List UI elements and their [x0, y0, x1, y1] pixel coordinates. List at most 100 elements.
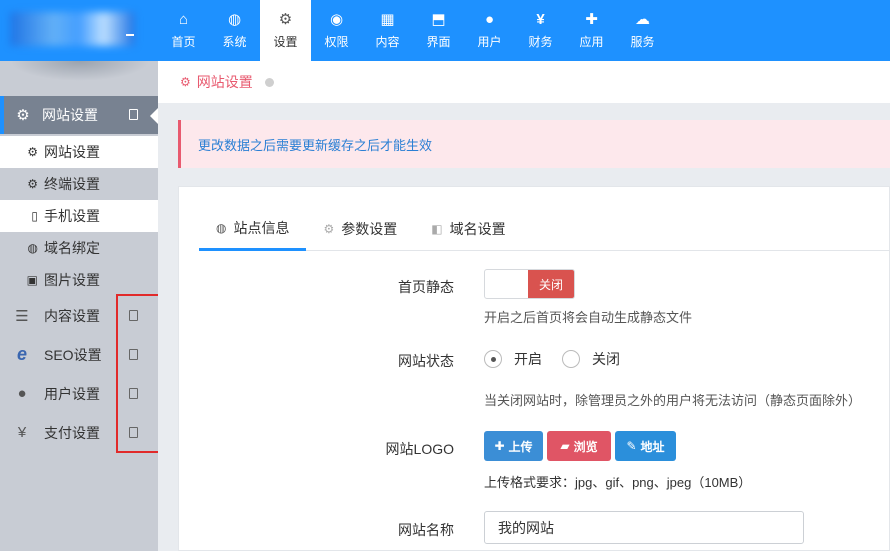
globe-icon: ◍ — [227, 11, 242, 28]
nav-home-label: 首页 — [171, 35, 196, 49]
logo-label: 网站LOGO — [385, 441, 454, 457]
user-icon: ● — [484, 11, 495, 28]
user-icon: ● — [17, 385, 27, 402]
mobile-icon: ▯ — [31, 209, 38, 223]
nav-users[interactable]: ● 用户 — [464, 0, 515, 61]
sidebar-subitem-site-settings[interactable]: ⚙ 网站设置 — [0, 136, 158, 168]
nav-apps-label: 应用 — [579, 35, 604, 49]
tab-label: 站点信息 — [233, 219, 290, 236]
html5-icon: ⬒ — [431, 11, 446, 28]
site-name-value: 我的网站 — [498, 519, 554, 536]
tab-site-info[interactable]: ◍ 站点信息 — [199, 207, 307, 251]
sidebar-item-label: 内容设置 — [44, 307, 100, 324]
active-notch — [150, 108, 158, 124]
nav-users-label: 用户 — [477, 35, 502, 49]
tab-label: 参数设置 — [341, 221, 398, 237]
nav-content[interactable]: ▦ 内容 — [362, 0, 413, 61]
upload-button-label: 上传 — [508, 439, 533, 454]
tab-label: 域名设置 — [449, 221, 506, 237]
gear-icon: ⚙ — [27, 145, 38, 159]
nav-interface[interactable]: ⬒ 界面 — [413, 0, 464, 61]
logo-mark — [126, 34, 134, 36]
sidebar-subitem-label: 域名绑定 — [44, 240, 100, 256]
logo[interactable] — [0, 0, 158, 61]
browse-button-label: 浏览 — [573, 439, 598, 454]
sidebar-subitem-terminal[interactable]: ⚙ 终端设置 — [0, 168, 158, 200]
upload-button[interactable]: ✚ 上传 — [484, 431, 543, 461]
main-content: ⚙ 网站设置 更改数据之后需要更新缓存之后才能生效 ◍ 站点信息 ⚙ 参数设置 … — [158, 61, 890, 551]
toggle-off-label: 关闭 — [528, 270, 574, 298]
sidebar-group-label: 网站设置 — [42, 107, 98, 123]
nav-services[interactable]: ☁ 服务 — [617, 0, 668, 61]
sidebar-item-label: 用户设置 — [44, 385, 100, 402]
nav-apps[interactable]: ✚ 应用 — [566, 0, 617, 61]
radio-label: 关闭 — [592, 351, 620, 367]
yen-icon: ¥ — [17, 424, 27, 441]
nav-permissions[interactable]: ◉ 权限 — [311, 0, 362, 61]
folder-icon: ▰ — [560, 439, 570, 453]
breadcrumb: ⚙ 网站设置 — [158, 61, 890, 103]
image-icon: ▣ — [26, 273, 38, 287]
nav-interface-label: 界面 — [426, 35, 451, 49]
breadcrumb-label[interactable]: 网站设置 — [197, 72, 253, 92]
top-nav: ⌂ 首页 ◍ 系统 ⚙ 设置 ◉ 权限 ▦ 内容 ⬒ 界面 ● 用户 ¥ 财务 … — [158, 0, 668, 61]
globe-icon: ◍ — [27, 241, 38, 255]
home-icon: ⌂ — [178, 11, 189, 28]
alert-text: 更改数据之后需要更新缓存之后才能生效 — [198, 137, 433, 153]
browse-button[interactable]: ▰ 浏览 — [547, 431, 611, 461]
sidebar-subitem-domain[interactable]: ◍ 域名绑定 — [0, 232, 158, 264]
static-home-toggle[interactable]: 关闭 — [484, 269, 575, 299]
status-radio-off[interactable]: 关闭 — [562, 349, 620, 369]
gear-icon: ⚙ — [323, 222, 335, 236]
logo-image — [10, 12, 135, 46]
sidebar-decoration — [10, 61, 150, 81]
plus-icon: ✚ — [494, 439, 505, 453]
sidebar-subitem-mobile[interactable]: ▯ 手机设置 — [0, 200, 158, 232]
ie-icon: e — [16, 344, 27, 364]
site-status-help: 当关闭网站时，除管理员之外的用户将无法访问（静态页面除外） — [484, 393, 862, 408]
list-icon: ☰ — [15, 307, 29, 325]
alert-notice: 更改数据之后需要更新缓存之后才能生效 — [178, 120, 890, 168]
nav-finance[interactable]: ¥ 财务 — [515, 0, 566, 61]
static-home-label: 首页静态 — [398, 279, 454, 295]
sidebar-item-label: SEO设置 — [44, 346, 102, 363]
grid-icon: ▦ — [380, 11, 395, 28]
share-icon: ◧ — [431, 222, 443, 236]
nav-home[interactable]: ⌂ 首页 — [158, 0, 209, 61]
puzzle-icon: ✚ — [585, 11, 598, 28]
nav-services-label: 服务 — [630, 35, 655, 49]
breadcrumb-dot — [264, 77, 274, 87]
site-status-label: 网站状态 — [398, 353, 454, 369]
nav-permissions-label: 权限 — [324, 35, 349, 49]
yen-icon: ¥ — [536, 11, 545, 28]
sidebar-item-label: 支付设置 — [44, 424, 100, 441]
sidebar-subitem-label: 终端设置 — [44, 176, 100, 192]
tab-bar: ◍ 站点信息 ⚙ 参数设置 ◧ 域名设置 — [199, 207, 890, 251]
cloud-icon: ☁ — [635, 11, 650, 28]
site-name-input[interactable]: 我的网站 — [484, 511, 804, 544]
site-name-label: 网站名称 — [398, 522, 454, 538]
nav-settings[interactable]: ⚙ 设置 — [260, 0, 311, 61]
sidebar-subitem-label: 网站设置 — [44, 144, 100, 160]
address-button-label: 地址 — [640, 439, 665, 454]
nav-system[interactable]: ◍ 系统 — [209, 0, 260, 61]
sidebar-group-site-settings[interactable]: ⚙ 网站设置 — [4, 96, 158, 134]
sidebar-subitem-label: 手机设置 — [44, 208, 100, 224]
tab-params[interactable]: ⚙ 参数设置 — [306, 207, 414, 251]
nav-finance-label: 财务 — [528, 35, 553, 49]
globe-icon: ◍ — [216, 220, 227, 235]
edit-icon: ✎ — [626, 439, 637, 453]
radio-label: 开启 — [514, 351, 542, 367]
radio-checked-icon — [484, 350, 502, 368]
gear-icon: ⚙ — [180, 75, 191, 89]
radio-unchecked-icon — [562, 350, 580, 368]
gears-icon: ⚙ — [27, 177, 38, 191]
status-radio-on[interactable]: 开启 — [484, 349, 542, 369]
tab-domain[interactable]: ◧ 域名设置 — [414, 207, 522, 251]
gears-icon: ⚙ — [278, 11, 293, 28]
sidebar-subitem-image[interactable]: ▣ 图片设置 — [0, 264, 158, 296]
address-button[interactable]: ✎ 地址 — [615, 431, 676, 461]
nav-system-label: 系统 — [222, 35, 247, 49]
sidebar-subitem-label: 图片设置 — [44, 272, 100, 288]
settings-panel: ◍ 站点信息 ⚙ 参数设置 ◧ 域名设置 首页静态 关闭 开启之后首页将会自动生… — [178, 186, 890, 551]
